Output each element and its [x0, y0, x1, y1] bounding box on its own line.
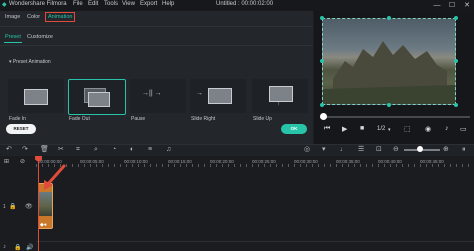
resolution-icon[interactable]: ▭: [460, 125, 467, 133]
minimize-button[interactable]: —: [430, 0, 444, 11]
maximize-button[interactable]: ☐: [445, 0, 459, 11]
menu-export[interactable]: Export: [140, 1, 157, 7]
resize-handle-br[interactable]: [454, 103, 458, 107]
section-title[interactable]: ▾ Preset Animation: [9, 59, 51, 65]
track-divider: [36, 241, 474, 242]
preset-card-slide-up[interactable]: ↑: [252, 79, 308, 113]
clip-thumbnail: [39, 192, 52, 216]
preview-video[interactable]: [322, 18, 456, 105]
slide-up-thumbnail: [269, 86, 293, 102]
menu-edit[interactable]: Edit: [88, 1, 98, 7]
fit-icon[interactable]: ⊡: [376, 144, 382, 156]
arrow-right-icon: →: [196, 90, 203, 97]
resize-handle-b[interactable]: [387, 103, 391, 107]
track-number: 1: [3, 204, 6, 210]
zoom-in-icon[interactable]: ⊕: [443, 144, 449, 156]
tab-color[interactable]: Color: [27, 14, 40, 20]
snapshot-icon[interactable]: ◉: [425, 125, 431, 133]
preset-label-slide-up: Slide Up: [253, 116, 272, 122]
play-icon[interactable]: ▶: [342, 125, 347, 133]
audio-icon[interactable]: ♫: [166, 144, 171, 156]
track-visibility-icon[interactable]: 👁: [25, 203, 33, 210]
previous-frame-icon[interactable]: ⏮: [324, 125, 330, 133]
volume-icon[interactable]: ♪: [445, 125, 449, 132]
tab-image[interactable]: Image: [5, 14, 20, 20]
speed-icon[interactable]: ◔: [112, 144, 116, 156]
resize-handle-l[interactable]: [320, 59, 324, 63]
preset-card-pause[interactable]: →|| →: [130, 79, 186, 113]
mixer-icon[interactable]: ☰: [358, 144, 364, 156]
title-bar: ◆ Wondershare Filmora File Edit Tools Vi…: [0, 0, 474, 11]
reset-button[interactable]: RESET: [6, 124, 36, 134]
add-track-icon[interactable]: ⊞: [4, 158, 9, 165]
temple-image: [323, 41, 455, 104]
playback-progress[interactable]: [320, 116, 470, 118]
menu-view[interactable]: View: [122, 1, 135, 7]
audio-track-icon[interactable]: ♪: [3, 244, 6, 250]
preset-card-slide-right[interactable]: →: [190, 79, 246, 113]
preset-label-fade-in: Fade In: [9, 116, 26, 122]
render-icon[interactable]: ◎: [304, 144, 310, 156]
pause-timeline-icon[interactable]: ⏸: [462, 144, 466, 156]
ok-button[interactable]: OK: [281, 124, 307, 134]
resize-handle-tr[interactable]: [454, 16, 458, 20]
timeline[interactable]: [0, 156, 474, 251]
fullscreen-icon[interactable]: ⬚: [404, 125, 411, 133]
redo-icon[interactable]: ↷: [22, 144, 28, 156]
fade-in-thumbnail: [24, 89, 48, 105]
preset-card-fade-out[interactable]: [68, 79, 126, 115]
preset-label-pause: Pause: [131, 116, 146, 122]
microphone-icon[interactable]: ♩: [340, 144, 347, 156]
color-icon[interactable]: ◐: [130, 144, 134, 156]
delete-icon[interactable]: 🗑: [40, 144, 49, 156]
cut-icon[interactable]: ✂: [58, 144, 64, 156]
undo-icon[interactable]: ↶: [6, 144, 12, 156]
zoom-tool-icon[interactable]: ⌕: [94, 144, 98, 156]
close-button[interactable]: ✕: [460, 0, 474, 11]
fade-out-thumbnail: [88, 92, 110, 107]
subtabs-divider: [0, 45, 313, 46]
menu-file[interactable]: File: [73, 1, 83, 7]
subtab-preset[interactable]: Preset: [5, 34, 21, 40]
page-dropdown-icon[interactable]: ▾: [388, 127, 391, 133]
preset-label-fade-out: Fade Out: [69, 116, 90, 122]
progress-knob[interactable]: [320, 113, 327, 120]
resize-handle-bl[interactable]: [320, 103, 324, 107]
pause-arrows-icon: →|| →: [142, 90, 162, 97]
subtab-customize[interactable]: Customize: [27, 34, 53, 40]
audio-mute-icon[interactable]: 🔊: [26, 244, 33, 251]
app-logo-icon: ◆: [2, 2, 7, 8]
track-lock-icon[interactable]: 🔒: [9, 203, 16, 210]
zoom-out-icon[interactable]: ⊖: [393, 144, 399, 156]
marker-icon[interactable]: ▾: [322, 144, 326, 156]
crop-icon[interactable]: ⌗: [76, 144, 80, 156]
audio-lock-icon[interactable]: 🔒: [14, 244, 21, 251]
adjust-icon[interactable]: ≡: [148, 144, 152, 156]
tab-animation[interactable]: Animation: [45, 12, 76, 22]
zoom-slider-knob[interactable]: [417, 146, 423, 152]
project-title: Untitled : 00:00:02:00: [216, 1, 274, 7]
resize-handle-r[interactable]: [454, 59, 458, 63]
subtab-underline: [4, 42, 22, 43]
resize-handle-tl[interactable]: [320, 16, 324, 20]
ruler-ticks: [36, 164, 474, 167]
arrow-up-icon: ↑: [277, 100, 281, 107]
resize-handle-t[interactable]: [387, 16, 391, 20]
menu-help[interactable]: Help: [162, 1, 174, 7]
page-indicator: 1/2: [377, 126, 386, 132]
playhead[interactable]: [38, 160, 39, 251]
timeline-toolbar: [0, 144, 474, 156]
clip-effect-icon: ◆●: [40, 222, 47, 228]
tabs-divider: [0, 26, 313, 27]
properties-panel: [0, 11, 313, 144]
menu-tools[interactable]: Tools: [104, 1, 118, 7]
app-title: Wondershare Filmora: [9, 1, 67, 7]
preset-label-slide-right: Slide Right: [191, 116, 216, 122]
link-icon[interactable]: ⊘: [20, 158, 25, 165]
preset-card-fade-in[interactable]: [8, 79, 64, 113]
slide-right-thumbnail: [208, 88, 232, 104]
stop-icon[interactable]: ■: [360, 125, 364, 132]
